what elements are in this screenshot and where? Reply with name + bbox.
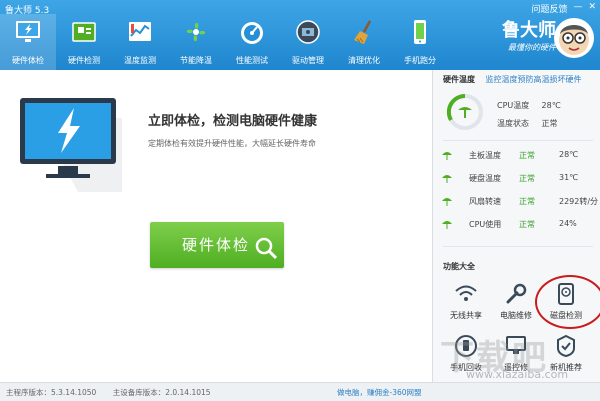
nav-performance-test[interactable]: 性能测试 xyxy=(224,14,280,70)
app-header: 鲁大师 5.3 问题反馈 — ✕ 硬件体检 硬件检测 温度监测 节能降温 性能测… xyxy=(0,0,600,70)
stat-status: 正常 xyxy=(519,220,535,229)
db-version: 主设备库版本：2.0.14.1015 xyxy=(112,388,211,397)
pulse-monitor-icon xyxy=(16,21,40,42)
window-controls: 问题反馈 — ✕ xyxy=(531,2,596,15)
cpu-temp-value: 28℃ xyxy=(541,101,561,110)
temp-monitor-link[interactable]: 监控温度预防高温损坏硬件 xyxy=(486,75,582,84)
hardware-checkup-button[interactable]: 硬件体检 xyxy=(150,222,284,268)
tool-remote-repair[interactable]: 遥控修 xyxy=(495,334,537,382)
stat-status: 正常 xyxy=(519,197,535,206)
tool-label: 新机推荐 xyxy=(550,363,582,372)
broom-icon xyxy=(354,20,372,44)
nav-hardware-detect[interactable]: 硬件检测 xyxy=(56,14,112,70)
wrench-icon xyxy=(506,283,527,304)
main-panel: 立即体检，检测电脑硬件健康 定期体检有效提升硬件性能，大幅延长硬件寿命 硬件体检 xyxy=(0,70,432,382)
promo-title: 立即体检，检测电脑硬件健康 xyxy=(148,114,318,129)
nav-driver-manage[interactable]: 驱动管理 xyxy=(280,14,336,70)
nav-phone-benchmark[interactable]: 手机跑分 xyxy=(392,14,448,70)
temp-status-label: 温度状态 xyxy=(497,119,529,128)
status-bar: 主程序版本：5.3.14.1050 主设备库版本：2.0.14.1015 做电脑… xyxy=(0,382,600,401)
driver-chip-icon xyxy=(296,20,320,44)
nav-label: 手机跑分 xyxy=(404,56,436,65)
temp-status-value: 正常 xyxy=(541,119,558,128)
hard-disk-icon xyxy=(558,283,574,305)
promo-link[interactable]: 做电脑，赚佣金-360网盟 xyxy=(337,387,422,398)
main-version: 主程序版本：5.3.14.1050 xyxy=(6,388,97,397)
umbrella-icon xyxy=(442,175,452,183)
tool-label: 遥控修 xyxy=(504,363,528,372)
cpu-temp-label: CPU温度 xyxy=(497,101,530,110)
nav-label: 节能降温 xyxy=(180,56,212,65)
nav-clean-optimize[interactable]: 清理优化 xyxy=(336,14,392,70)
tool-label: 电脑维修 xyxy=(500,311,532,320)
tool-label: 无线共享 xyxy=(450,311,482,320)
stat-value: 2292转/分 xyxy=(559,197,599,206)
nav-label: 硬件检测 xyxy=(68,56,100,65)
stat-label: 硬盘温度 xyxy=(469,174,501,183)
stat-value: 24% xyxy=(559,219,577,228)
brand-name: 鲁大师 xyxy=(502,20,556,41)
stat-value: 31℃ xyxy=(559,173,579,182)
umbrella-icon xyxy=(442,198,452,206)
thermometer-chart-icon xyxy=(129,22,151,41)
mascot-avatar-icon[interactable] xyxy=(554,18,594,58)
divider xyxy=(443,140,593,141)
temp-header: 硬件温度 监控温度预防高温损坏硬件 xyxy=(443,74,582,85)
stat-label: CPU使用 xyxy=(469,220,502,229)
magnifier-icon xyxy=(255,237,278,260)
tool-new-device[interactable]: 新机推荐 xyxy=(545,334,587,382)
nav-label: 温度监测 xyxy=(124,56,156,65)
side-panel: 硬件温度 监控温度预防高温损坏硬件 CPU温度 28℃ 温度状态 正常 主板温度… xyxy=(432,70,600,382)
tool-disk-check[interactable]: 磁盘检测 xyxy=(545,282,587,330)
stat-value: 28℃ xyxy=(559,150,579,159)
smartphone-icon xyxy=(414,20,426,44)
feedback-link[interactable]: 问题反馈 xyxy=(531,2,567,15)
nav-hardware-checkup[interactable]: 硬件体检 xyxy=(0,14,56,70)
phone-recycle-icon xyxy=(455,335,477,357)
tools-title: 功能大全 xyxy=(443,262,475,271)
nav-label: 驱动管理 xyxy=(292,56,324,65)
new-device-icon xyxy=(557,334,575,358)
circuit-board-icon xyxy=(72,22,96,42)
nav-label: 硬件体检 xyxy=(12,56,44,65)
tool-label: 手机回收 xyxy=(450,363,482,372)
stat-status: 正常 xyxy=(519,174,535,183)
umbrella-icon xyxy=(442,152,452,160)
promo-description: 定期体检有效提升硬件性能，大幅延长硬件寿命 xyxy=(148,139,316,148)
wifi-icon xyxy=(455,285,477,301)
tool-phone-recycle[interactable]: 手机回收 xyxy=(445,334,487,382)
divider xyxy=(443,246,593,247)
cpu-temp-gauge-icon xyxy=(446,93,483,130)
temp-status-row: 温度状态 正常 xyxy=(497,118,558,129)
main-nav: 硬件体检 硬件检测 温度监测 节能降温 性能测试 驱动管理 清理优化 手机跑分 xyxy=(0,14,448,70)
stat-label: 风扇转速 xyxy=(469,197,501,206)
speedometer-icon xyxy=(241,22,263,44)
brand: 鲁大师 最懂你的硬件 xyxy=(502,20,556,53)
tool-wifi-share[interactable]: 无线共享 xyxy=(445,282,487,330)
fan-icon xyxy=(186,22,206,42)
temp-header-title: 硬件温度 xyxy=(443,75,475,84)
nav-label: 性能测试 xyxy=(236,56,268,65)
cpu-temp-row: CPU温度 28℃ xyxy=(497,100,561,111)
tool-label: 磁盘检测 xyxy=(550,311,582,320)
stat-label: 主板温度 xyxy=(469,151,501,160)
nav-temp-monitor[interactable]: 温度监测 xyxy=(112,14,168,70)
umbrella-icon xyxy=(442,221,452,229)
tool-pc-repair[interactable]: 电脑维修 xyxy=(495,282,537,330)
checkup-button-label: 硬件体检 xyxy=(182,236,251,254)
stat-status: 正常 xyxy=(519,151,535,160)
minimize-button[interactable]: — xyxy=(573,2,582,15)
close-button[interactable]: ✕ xyxy=(588,2,596,15)
nav-label: 清理优化 xyxy=(348,56,380,65)
brand-slogan: 最懂你的硬件 xyxy=(508,43,556,52)
monitor-illustration-icon xyxy=(20,98,122,192)
remote-repair-icon xyxy=(506,336,526,354)
nav-energy-cooling[interactable]: 节能降温 xyxy=(168,14,224,70)
version-info: 主程序版本：5.3.14.1050 主设备库版本：2.0.14.1015 xyxy=(6,387,225,398)
